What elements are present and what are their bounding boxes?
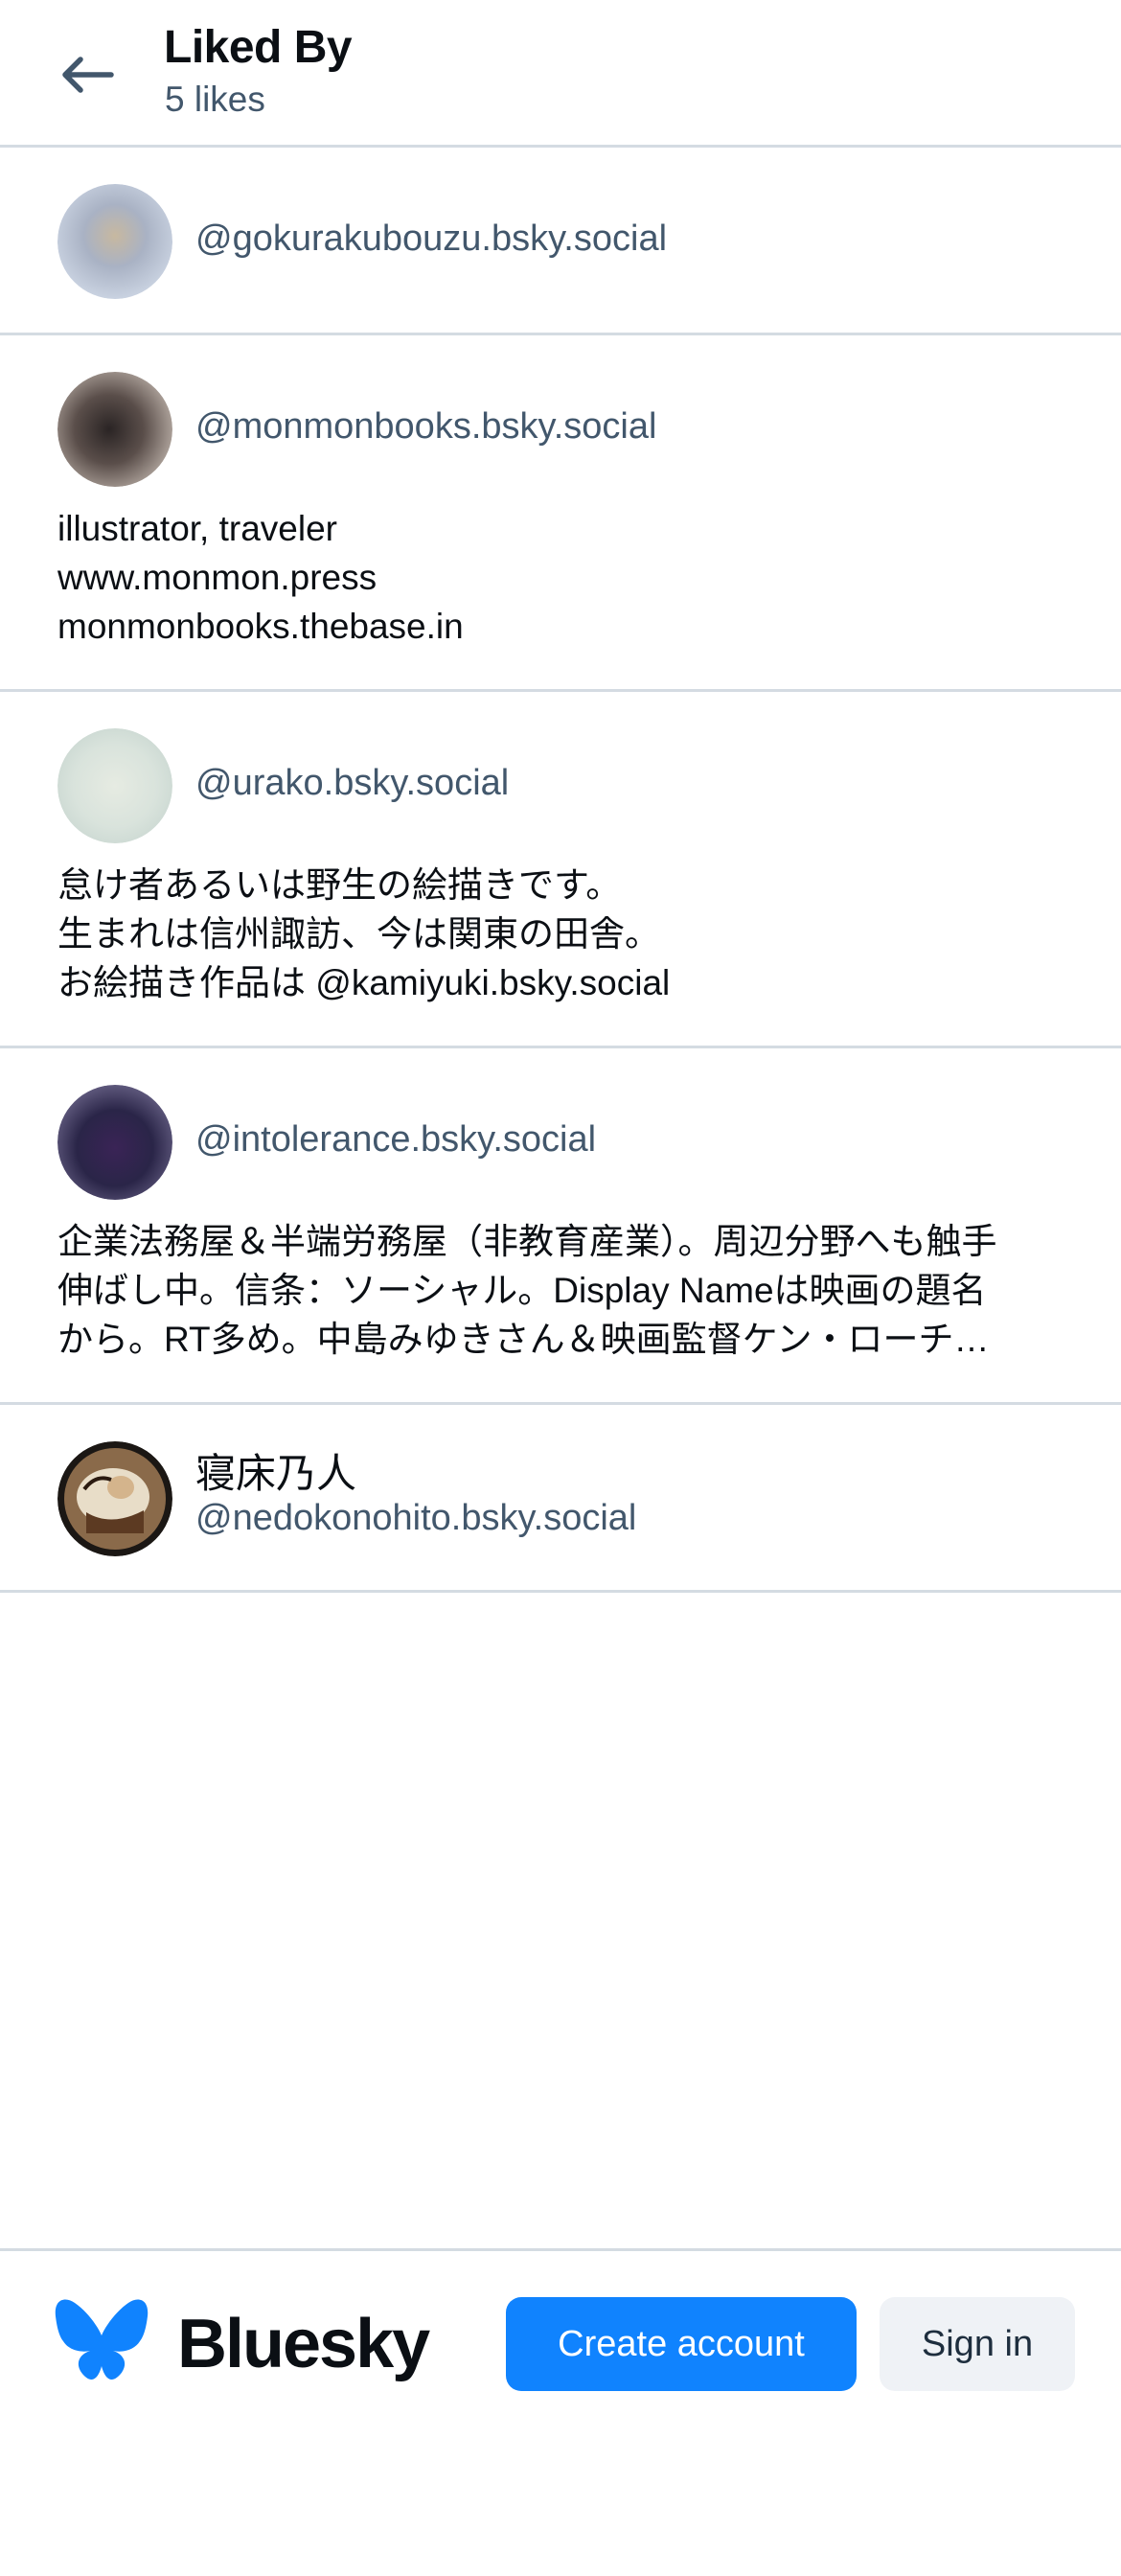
user-bio: 企業法務屋＆半端労務屋（非教育産業）。周辺分野へも触手 伸ばし中。信条：ソーシャ… bbox=[57, 1217, 1073, 1364]
header: Liked By 5 likes bbox=[0, 0, 1121, 148]
avatar[interactable] bbox=[57, 1085, 172, 1200]
liked-by-list: @gokurakubouzu.bsky.social @monmonbooks.… bbox=[0, 148, 1121, 1593]
footer: Bluesky Create account Sign in bbox=[0, 2248, 1121, 2576]
list-item[interactable]: 寝床乃人 @nedokonohito.bsky.social bbox=[0, 1405, 1121, 1593]
bio-line: 怠け者あるいは野生の絵描きです。 bbox=[57, 865, 622, 905]
sign-in-button[interactable]: Sign in bbox=[880, 2297, 1075, 2391]
list-item[interactable]: @urako.bsky.social 怠け者あるいは野生の絵描きです。 生まれは… bbox=[0, 692, 1121, 1048]
bio-line: 伸ばし中。信条：ソーシャル。Display Nameは映画の題名 bbox=[57, 1271, 987, 1310]
likes-count: 5 likes bbox=[165, 80, 265, 119]
avatar[interactable] bbox=[57, 184, 172, 299]
list-item[interactable]: @intolerance.bsky.social 企業法務屋＆半端労務屋（非教育… bbox=[0, 1048, 1121, 1405]
avatar[interactable] bbox=[57, 728, 172, 843]
back-button[interactable] bbox=[46, 42, 126, 107]
arrow-left-icon bbox=[62, 57, 114, 93]
bio-line: monmonbooks.thebase.in bbox=[57, 607, 464, 646]
user-bio: 怠け者あるいは野生の絵描きです。 生まれは信州諏訪、今は関東の田舎。 お絵描き作… bbox=[57, 861, 1073, 1007]
avatar[interactable] bbox=[57, 1441, 172, 1556]
bio-line: www.monmon.press bbox=[57, 558, 377, 597]
bio-line: 企業法務屋＆半端労務屋（非教育産業）。周辺分野へも触手 bbox=[57, 1222, 997, 1261]
list-item[interactable]: @monmonbooks.bsky.social illustrator, tr… bbox=[0, 335, 1121, 692]
bio-line: illustrator, traveler bbox=[57, 509, 337, 548]
user-handle: @monmonbooks.bsky.social bbox=[195, 406, 657, 447]
user-handle: @intolerance.bsky.social bbox=[195, 1119, 597, 1160]
user-handle: @urako.bsky.social bbox=[195, 763, 510, 803]
create-account-button[interactable]: Create account bbox=[506, 2297, 857, 2391]
page-title: Liked By bbox=[164, 22, 353, 73]
brand-name: Bluesky bbox=[177, 2306, 430, 2382]
user-handle: @nedokonohito.bsky.social bbox=[195, 1498, 637, 1538]
page: Liked By 5 likes @gokurakubouzu.bsky.soc… bbox=[0, 0, 1121, 2576]
user-display-name: 寝床乃人 bbox=[195, 1451, 357, 1496]
bio-line: 生まれは信州諏訪、今は関東の田舎。 bbox=[57, 914, 660, 954]
user-bio: illustrator, traveler www.monmon.press m… bbox=[57, 504, 1073, 651]
bio-line: から。RT多め。中島みゆきさん＆映画監督ケン・ローチ… bbox=[57, 1320, 990, 1359]
butterfly-icon bbox=[55, 2299, 149, 2380]
bio-line: お絵描き作品は @kamiyuki.bsky.social bbox=[57, 963, 671, 1002]
user-handle: @gokurakubouzu.bsky.social bbox=[195, 218, 668, 259]
list-item[interactable]: @gokurakubouzu.bsky.social bbox=[0, 148, 1121, 335]
avatar[interactable] bbox=[57, 372, 172, 487]
